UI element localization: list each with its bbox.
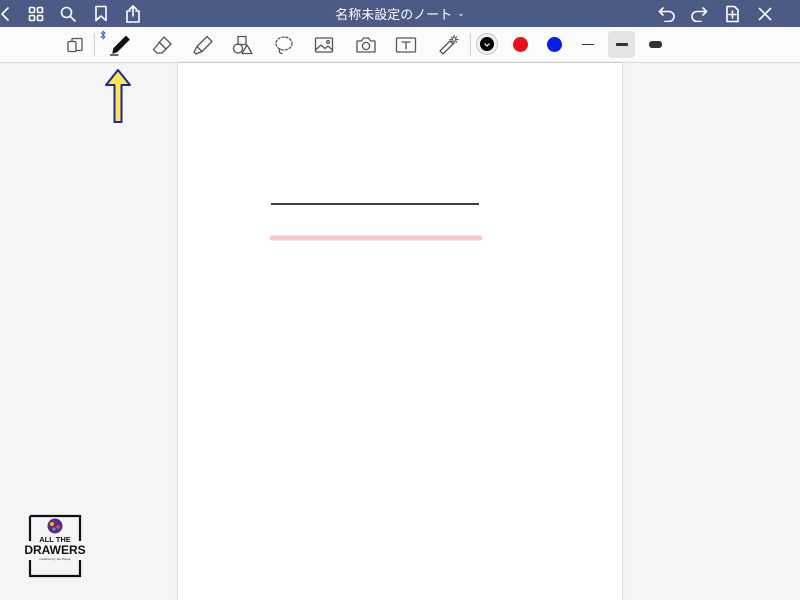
top-navigation-bar: 名称未設定のノート ⌄ [0,0,800,27]
shapes-icon[interactable] [229,27,257,62]
color-swatch-black-selected[interactable] [476,33,498,55]
medium-line-icon [615,43,628,46]
share-icon[interactable] [123,0,143,27]
pen-icon[interactable] [106,27,134,62]
toolbar-divider [470,33,471,56]
color-swatch-red[interactable] [513,37,528,52]
lasso-icon[interactable] [270,27,298,62]
thumbnails-grid-icon[interactable] [26,0,46,27]
camera-icon[interactable] [352,27,380,62]
note-page[interactable] [178,63,622,600]
watermark-line3: creations by Jen Payne [39,557,71,561]
back-icon[interactable] [0,0,12,27]
highlighter-icon[interactable] [189,27,217,62]
chevron-down-icon: ⌄ [457,8,465,19]
note-title-menu[interactable]: 名称未設定のノート ⌄ [300,0,500,27]
toolbar-divider [94,33,95,56]
laser-pointer-icon[interactable] [434,27,462,62]
watermark-logo: ALL THE DRAWERS creations by Jen Payne [22,514,88,580]
page-view-icon[interactable] [62,27,88,62]
text-box-icon[interactable] [392,27,420,62]
close-icon[interactable] [755,0,775,27]
watermark-line2: DRAWERS [24,543,85,557]
up-arrow-icon [105,69,131,123]
image-icon[interactable] [310,27,338,62]
stroke-width-medium-selected[interactable] [608,31,635,58]
undo-icon[interactable] [656,0,678,27]
color-swatch-blue[interactable] [547,37,562,52]
eraser-icon[interactable] [148,27,176,62]
thick-line-icon [648,41,662,48]
stroke-width-thick[interactable] [644,27,666,62]
note-title: 名称未設定のノート [335,8,453,23]
thin-line-icon [582,44,594,45]
stroke-width-thin[interactable] [577,27,599,62]
add-page-icon[interactable] [722,0,742,27]
bookmark-icon[interactable] [91,0,111,27]
chevron-down-icon [484,43,490,47]
redo-icon[interactable] [688,0,710,27]
search-icon[interactable] [58,0,78,27]
tool-bar [0,27,800,63]
